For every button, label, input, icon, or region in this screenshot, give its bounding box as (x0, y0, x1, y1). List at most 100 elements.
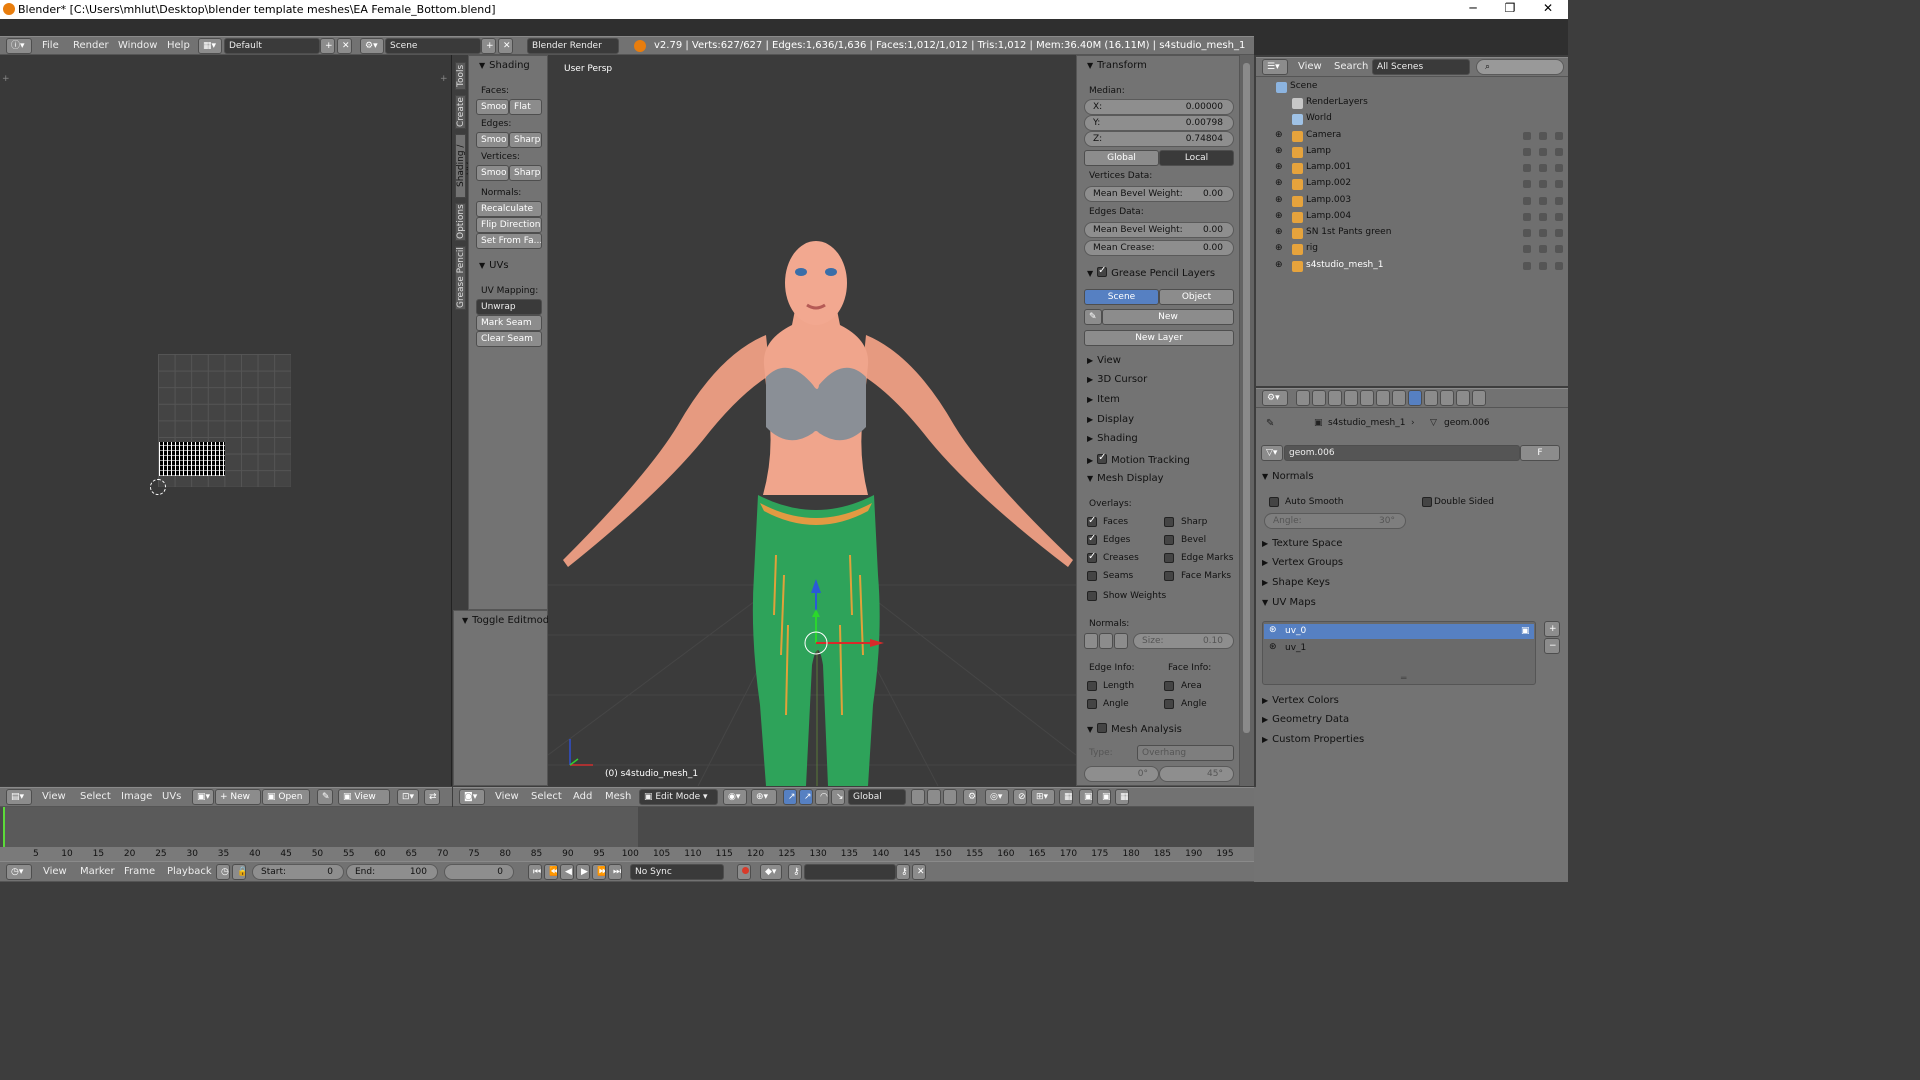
prop-object-icon[interactable] (1360, 390, 1374, 406)
uv-pin-icon[interactable]: ✎ (317, 789, 333, 805)
scene-icon-button[interactable]: ⚙▾ (360, 38, 384, 54)
outliner-render-icon[interactable] (1555, 164, 1563, 172)
prop-mesh-data-icon[interactable] (1408, 390, 1422, 406)
mesh-datablock-icon[interactable]: ▽▾ (1261, 445, 1283, 461)
analysis-max-field[interactable]: 45° (1159, 766, 1234, 782)
outliner-render-icon[interactable] (1555, 229, 1563, 237)
vertex-colors-panel-header[interactable]: ▶ Vertex Colors (1262, 692, 1562, 710)
normals-split-icon[interactable] (1099, 633, 1113, 649)
gp-new-layer-button[interactable]: New Layer (1084, 330, 1234, 346)
prop-constraints-icon[interactable] (1376, 390, 1390, 406)
outliner-cursor-icon[interactable] (1539, 148, 1547, 156)
uv-2d-cursor-icon[interactable] (150, 479, 166, 495)
shape-keys-panel-header[interactable]: ▶ Shape Keys (1262, 574, 1562, 592)
mode-select[interactable]: ▣ Edit Mode ▾ (639, 789, 718, 805)
auto-smooth-angle-field[interactable]: Angle: 30° (1264, 513, 1406, 529)
outliner-render-icon[interactable] (1555, 148, 1563, 156)
layout-add-icon[interactable]: + (320, 38, 335, 54)
menu-render[interactable]: Render (73, 37, 109, 55)
outliner-render-icon[interactable] (1555, 180, 1563, 188)
mean-crease-field[interactable]: Mean Crease: 0.00 (1084, 240, 1234, 256)
item-panel-header[interactable]: ▶ Item (1087, 394, 1120, 405)
render-engine-select[interactable]: Blender Render (527, 38, 619, 54)
prop-layers-icon[interactable] (1312, 390, 1326, 406)
geometry-data-panel-header[interactable]: ▶ Geometry Data (1262, 711, 1562, 729)
layers-icon[interactable]: ▦ (1059, 789, 1073, 805)
prop-material-icon[interactable] (1424, 390, 1438, 406)
edge-bevel-weight-field[interactable]: Mean Bevel Weight: 0.00 (1084, 222, 1234, 238)
uv-menu-select[interactable]: Select (80, 788, 111, 806)
limit-to-visible-icon[interactable]: ⚙ (963, 789, 977, 805)
mesh-analysis-checkbox[interactable] (1097, 723, 1108, 733)
uv-islands[interactable] (159, 442, 225, 476)
recalculate-button[interactable]: Recalculate (476, 201, 542, 217)
edge-angle-checkbox[interactable] (1087, 699, 1097, 709)
snap-element-icon[interactable]: ⊞▾ (1031, 789, 1055, 805)
opengl-anim-icon[interactable]: ▣ (1097, 789, 1111, 805)
edge-length-checkbox[interactable] (1087, 681, 1097, 691)
face-select-icon[interactable] (943, 789, 957, 805)
timeline-menu-playback[interactable]: Playback (167, 862, 212, 882)
outliner-cursor-icon[interactable] (1539, 132, 1547, 140)
outliner-render-icon[interactable] (1555, 132, 1563, 140)
end-frame-field[interactable]: End: 100 (346, 864, 438, 880)
3d-cursor-panel-header[interactable]: ▶ 3D Cursor (1087, 374, 1147, 385)
outliner-render-icon[interactable] (1555, 262, 1563, 270)
preview-range-icon[interactable]: ◷ (216, 864, 230, 880)
proportional-edit-icon[interactable]: ◎▾ (985, 789, 1009, 805)
3d-editor-type-button[interactable]: ◙▾ (459, 789, 485, 805)
normals-face-icon[interactable] (1114, 633, 1128, 649)
info-editor-type-button[interactable]: ⓘ▾ (6, 38, 32, 54)
timeline-menu-frame[interactable]: Frame (124, 862, 155, 882)
outliner-eye-icon[interactable] (1523, 245, 1531, 253)
tab-create[interactable]: Create (455, 95, 466, 129)
outliner-eye-icon[interactable] (1523, 148, 1531, 156)
pin-icon[interactable]: ✎ (1266, 418, 1274, 429)
overlay-face-marks-checkbox[interactable] (1164, 571, 1174, 581)
outliner-item-1[interactable]: RenderLayers (1306, 97, 1368, 107)
set-from-faces-button[interactable]: Set From Fa... (476, 233, 542, 249)
uv-menu-image[interactable]: Image (121, 788, 152, 806)
jump-keyframe-back-icon[interactable]: ⏪ (544, 864, 558, 880)
prop-physics-icon[interactable] (1472, 390, 1486, 406)
outliner-menu-search[interactable]: Search (1334, 58, 1368, 76)
outliner-item-0[interactable]: Scene (1290, 81, 1317, 91)
uv-map-active-render-icon[interactable]: ▣ (1521, 626, 1530, 636)
play-reverse-icon[interactable]: ◀ (560, 864, 574, 880)
layout-icon-button[interactable]: ▦▾ (198, 38, 222, 54)
outliner-eye-icon[interactable] (1523, 197, 1531, 205)
overlay-bevel-checkbox[interactable] (1164, 535, 1174, 545)
current-frame-field[interactable]: 0 (444, 864, 514, 880)
outliner-search-input[interactable]: ⌕ (1476, 59, 1564, 75)
uv-map-add-button[interactable]: + (1544, 621, 1560, 637)
outliner-cursor-icon[interactable] (1539, 164, 1547, 172)
median-y-field[interactable]: Y: 0.00798 (1084, 115, 1234, 131)
shading-panel-header[interactable]: ▼ Shading (479, 60, 530, 71)
prop-particles-icon[interactable] (1456, 390, 1470, 406)
overlay-faces-checkbox[interactable] (1087, 515, 1097, 527)
pivot-point-icon[interactable]: ⊕▾ (751, 789, 777, 805)
outliner-eye-icon[interactable] (1523, 132, 1531, 140)
view-panel-header[interactable]: ▶ View (1087, 355, 1121, 366)
outliner-editor-type-button[interactable]: ☰▾ (1262, 59, 1288, 75)
v3d-menu-mesh[interactable]: Mesh (605, 788, 631, 806)
outliner-expand-icon[interactable]: ⊕ (1275, 178, 1283, 188)
uv-region-plus-icon-right[interactable]: + (440, 74, 448, 84)
menu-file[interactable]: File (42, 37, 59, 55)
manipulator-toggle-icon[interactable]: ↗ (783, 789, 797, 805)
shading-panel-header-n[interactable]: ▶ Shading (1087, 433, 1138, 444)
outliner-cursor-icon[interactable] (1539, 262, 1547, 270)
edge-select-icon[interactable] (927, 789, 941, 805)
uv-maps-list[interactable]: ⊛ uv_0 ▣ ⊛ uv_1 ═ (1262, 621, 1536, 685)
outliner-expand-icon[interactable]: ⊕ (1275, 195, 1283, 205)
outliner-render-icon[interactable] (1555, 245, 1563, 253)
outliner-expand-icon[interactable]: ⊕ (1275, 162, 1283, 172)
mark-seam-button[interactable]: Mark Seam (476, 315, 542, 331)
v3d-menu-select[interactable]: Select (531, 788, 562, 806)
record-keyframe-icon[interactable] (737, 864, 751, 880)
texture-space-panel-header[interactable]: ▶ Texture Space (1262, 535, 1562, 553)
jump-keyframe-forward-icon[interactable]: ⏩ (592, 864, 606, 880)
gp-layers-checkbox[interactable] (1097, 265, 1108, 277)
tab-shading-uvs[interactable]: Shading / UVs (455, 134, 476, 198)
mesh-name-field[interactable]: geom.006 (1284, 445, 1520, 461)
